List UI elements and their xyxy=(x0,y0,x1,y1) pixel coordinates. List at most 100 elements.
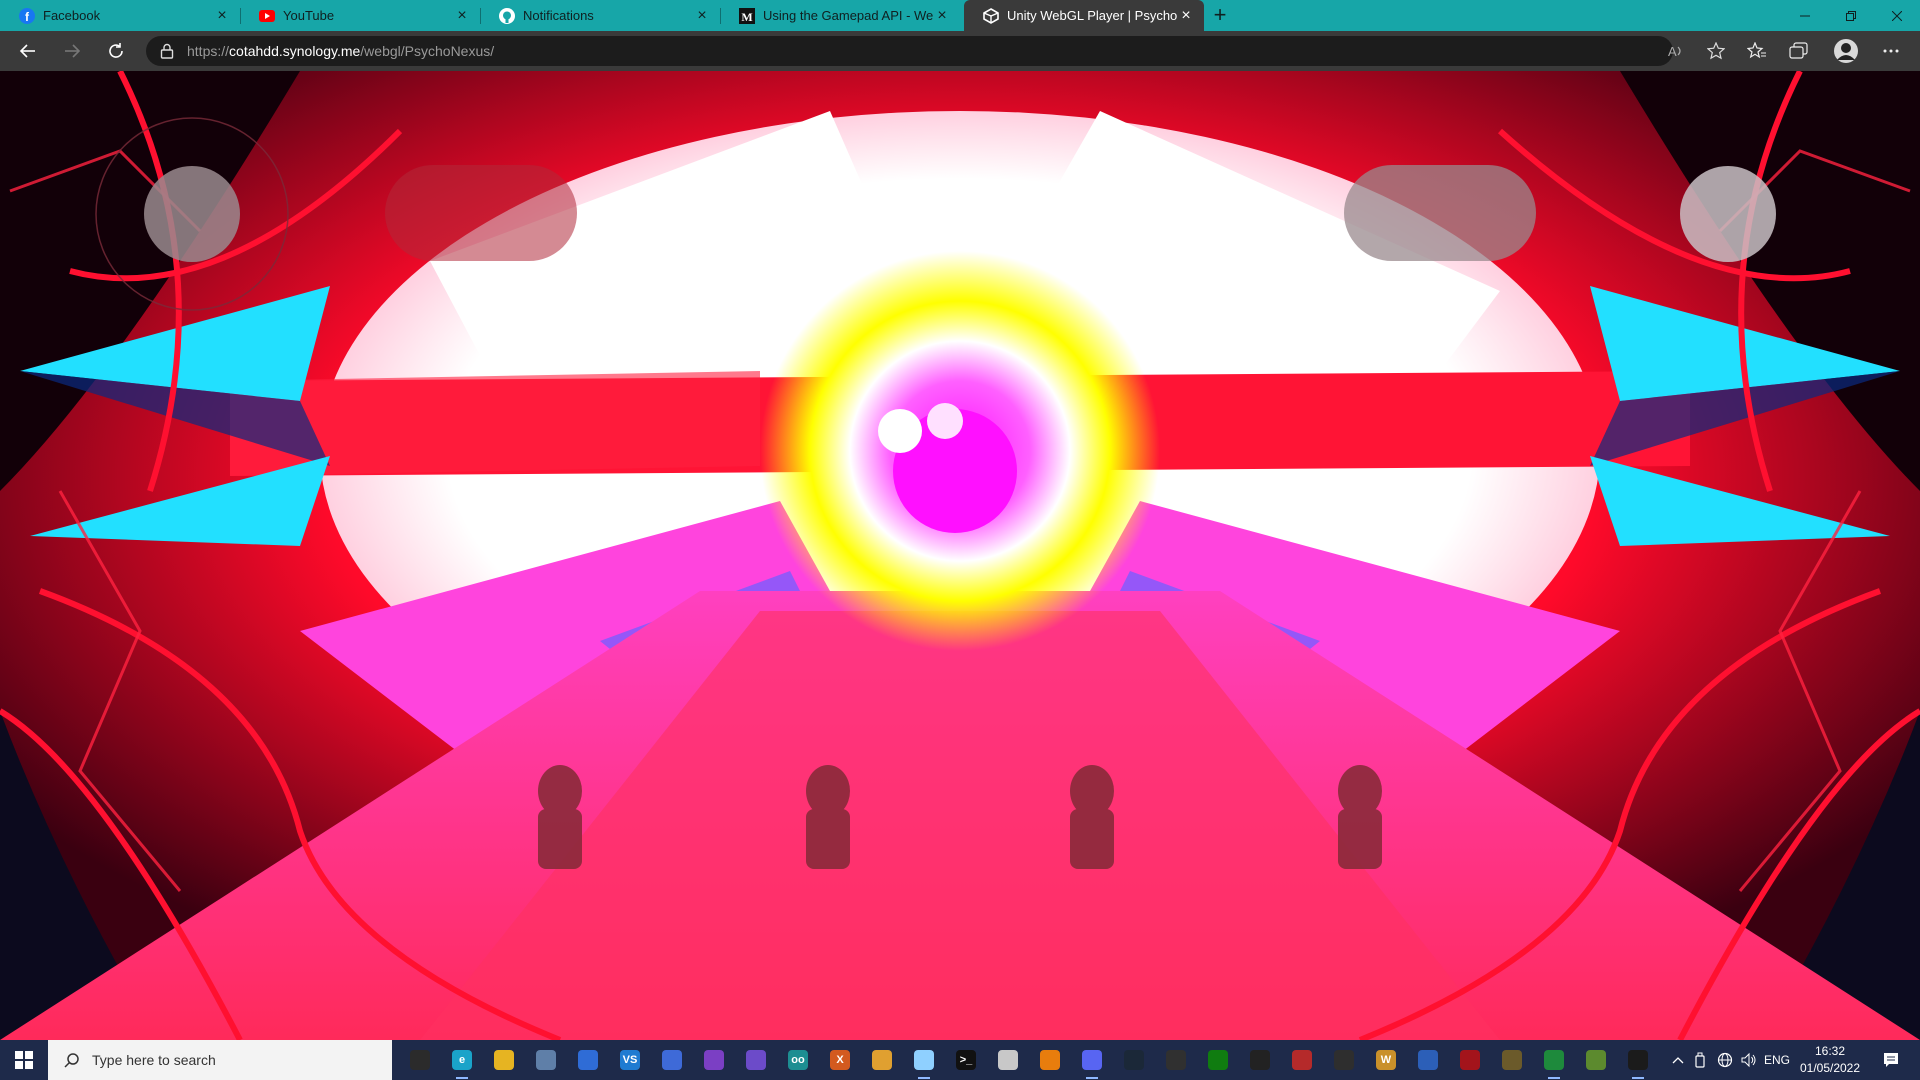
close-icon[interactable]: × xyxy=(694,7,710,24)
back-button[interactable] xyxy=(14,37,42,65)
taskbar-app-button[interactable] xyxy=(908,1044,940,1079)
taskbar-app-button[interactable] xyxy=(1496,1044,1528,1076)
close-icon[interactable]: × xyxy=(454,7,470,24)
taskbar-app-button[interactable] xyxy=(1076,1044,1108,1079)
tab-notifications[interactable]: Notifications × xyxy=(480,0,720,31)
battlenet-icon xyxy=(1418,1050,1438,1070)
taskbar-app-button[interactable]: VS xyxy=(614,1044,646,1076)
start-button[interactable] xyxy=(0,1040,48,1080)
youtube-icon xyxy=(259,8,275,24)
windows-taskbar: Type here to search e VS oo X >_ W ENG 16:32 … xyxy=(0,1040,1920,1080)
new-tab-button[interactable]: + xyxy=(1208,4,1232,28)
device-tray-button[interactable] xyxy=(1690,1040,1710,1080)
search-icon xyxy=(64,1053,79,1068)
edge-icon: e xyxy=(452,1050,472,1070)
taskbar-app-button[interactable] xyxy=(1328,1044,1360,1076)
taskbar-app-button[interactable] xyxy=(698,1044,730,1076)
favorites-button[interactable] xyxy=(1746,40,1768,62)
taskbar-app-button[interactable] xyxy=(1286,1044,1318,1076)
taskbar-app-button[interactable] xyxy=(1538,1044,1570,1079)
network-button[interactable] xyxy=(1714,1040,1736,1080)
refresh-button[interactable] xyxy=(102,37,130,65)
lock-icon[interactable] xyxy=(160,43,174,64)
url-text[interactable]: https://cotahdd.synology.me/webgl/Psycho… xyxy=(187,43,494,59)
taskbar-app-button[interactable] xyxy=(1454,1044,1486,1076)
taskbar-app-button[interactable]: oo xyxy=(782,1044,814,1076)
more-button[interactable] xyxy=(1880,40,1902,62)
vs-code-icon: VS xyxy=(620,1050,640,1070)
tab-gamepad-api[interactable]: M Using the Gamepad API - Web A × xyxy=(720,0,960,31)
show-hidden-icons-button[interactable] xyxy=(1668,1040,1688,1080)
notifications-button[interactable] xyxy=(1876,1040,1906,1080)
notepad-icon xyxy=(914,1050,934,1070)
steam-icon xyxy=(1124,1050,1144,1070)
taskbar-app-button[interactable] xyxy=(1034,1044,1066,1076)
game-scene[interactable] xyxy=(0,71,1920,1040)
tab-facebook[interactable]: f Facebook × xyxy=(0,0,240,31)
language-indicator[interactable]: ENG xyxy=(1762,1040,1792,1080)
tab-youtube[interactable]: YouTube × xyxy=(240,0,480,31)
taskbar-app-button[interactable] xyxy=(656,1044,688,1076)
profile-button[interactable] xyxy=(1832,37,1860,65)
taskbar-app-button[interactable] xyxy=(1160,1044,1192,1076)
taskbar-app-button[interactable] xyxy=(1580,1044,1612,1076)
taskbar-app-button[interactable] xyxy=(1244,1044,1276,1076)
volume-button[interactable] xyxy=(1738,1040,1760,1080)
close-icon[interactable]: × xyxy=(214,7,230,24)
taskbar-app-button[interactable] xyxy=(530,1044,562,1076)
close-window-button[interactable] xyxy=(1874,0,1920,31)
url-scheme: https:// xyxy=(187,43,230,59)
arduino-icon: oo xyxy=(788,1050,808,1070)
clock-date: 01/05/2022 xyxy=(1799,1061,1861,1075)
restore-icon xyxy=(1846,10,1856,21)
taskbar-app-button[interactable] xyxy=(1202,1044,1234,1076)
taskbar-app-button[interactable] xyxy=(1622,1044,1654,1079)
taskbar-app-button[interactable]: X xyxy=(824,1044,856,1076)
tab-unity-webgl-player[interactable]: Unity WebGL Player | PsychoNex × xyxy=(964,0,1204,31)
paint-icon xyxy=(872,1050,892,1070)
xampp-icon: X xyxy=(830,1050,850,1070)
address-bar[interactable]: https://cotahdd.synology.me/webgl/Psycho… xyxy=(146,36,1726,66)
taskbar-app-button[interactable] xyxy=(572,1044,604,1076)
close-icon[interactable]: × xyxy=(934,7,950,24)
taskbar-app-button[interactable]: e xyxy=(446,1044,478,1079)
terminal-icon: >_ xyxy=(956,1050,976,1070)
refresh-icon xyxy=(109,43,123,58)
tab-title: Using the Gamepad API - Web A xyxy=(763,8,934,23)
taskbar-app-button[interactable]: >_ xyxy=(950,1044,982,1076)
taskbar-app-button[interactable] xyxy=(1412,1044,1444,1076)
taskbar-search-input[interactable]: Type here to search xyxy=(48,1040,392,1080)
taskbar-app-button[interactable] xyxy=(992,1044,1024,1076)
add-favorite-icon[interactable] xyxy=(1706,41,1726,65)
taskbar-app-button[interactable]: W xyxy=(1370,1044,1402,1076)
collections-button[interactable] xyxy=(1788,40,1810,62)
read-aloud-icon[interactable]: A xyxy=(1667,43,1685,64)
left-joystick-thumb[interactable] xyxy=(144,166,240,262)
taskbar-app-button[interactable] xyxy=(1118,1044,1150,1076)
taskbar-app-button[interactable] xyxy=(866,1044,898,1076)
red-app-icon xyxy=(1460,1050,1480,1070)
collections-icon xyxy=(1789,42,1808,59)
minimize-button[interactable] xyxy=(1782,0,1828,31)
taskbar-app-button[interactable] xyxy=(740,1044,772,1076)
url-path: /webgl/PsychoNexus/ xyxy=(360,43,495,59)
game-app-icon xyxy=(1334,1050,1354,1070)
right-action-button[interactable] xyxy=(1680,166,1776,262)
unity-hub-icon xyxy=(1250,1050,1270,1070)
taskbar-app-button[interactable] xyxy=(488,1044,520,1076)
restore-button[interactable] xyxy=(1828,0,1874,31)
taskbar-clock[interactable]: 16:32 01/05/2022 xyxy=(1790,1043,1870,1077)
minecraft-icon xyxy=(1586,1050,1606,1070)
unity-icon xyxy=(983,7,999,24)
facebook-icon: f xyxy=(19,7,35,24)
printer-app-icon xyxy=(536,1050,556,1070)
warcraft-icon: W xyxy=(1376,1050,1396,1070)
left-shoulder-button[interactable] xyxy=(385,165,577,261)
forward-button[interactable] xyxy=(58,37,86,65)
right-shoulder-button[interactable] xyxy=(1344,165,1536,261)
taskbar-app-button[interactable] xyxy=(404,1044,436,1076)
file-explorer-icon xyxy=(494,1050,514,1070)
close-icon[interactable]: × xyxy=(1178,7,1194,24)
notification-icon xyxy=(1884,1053,1898,1067)
unity-webgl-canvas[interactable] xyxy=(0,71,1920,1040)
